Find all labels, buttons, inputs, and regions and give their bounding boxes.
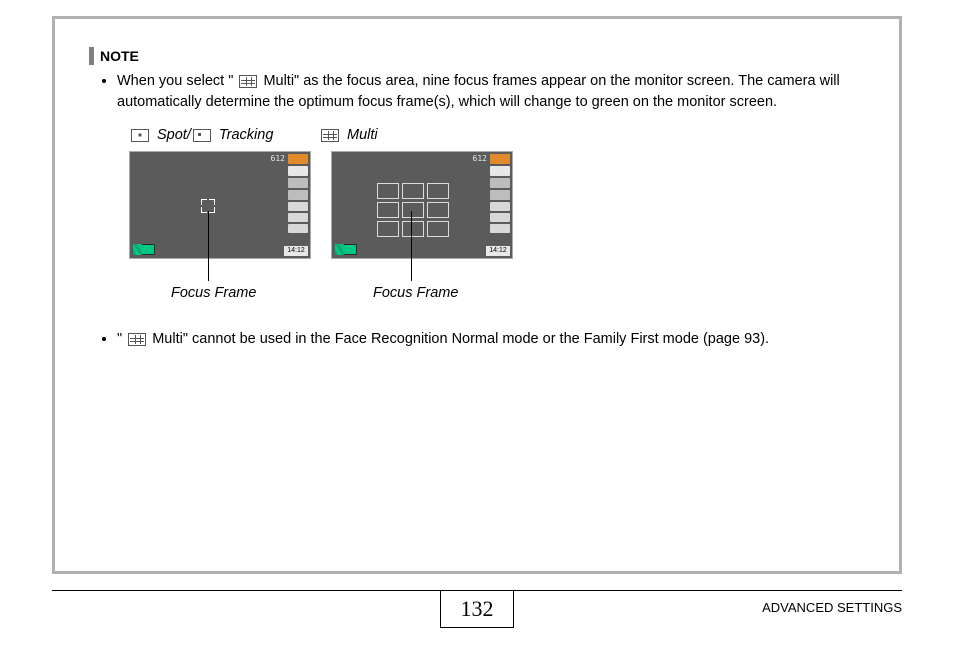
callout-line-1 (208, 211, 209, 281)
screen2-icon-column (490, 154, 510, 233)
screen1-icon-awb (288, 213, 308, 222)
label-spot: Spot (157, 127, 187, 143)
note-header: NOTE (89, 47, 865, 65)
screen2-battery-icon (335, 244, 357, 255)
note-list-continued: " Multi" cannot be used in the Face Reco… (117, 329, 865, 350)
screen-labels-row: Spot / Tracking Multi (129, 127, 865, 143)
camera-screen-spot: 612 14:12 (129, 151, 311, 259)
label-group-multi: Multi (319, 127, 378, 143)
callout-line-2 (411, 211, 412, 281)
screen2-icon-awb (490, 213, 510, 222)
note-accent-bar (89, 47, 94, 65)
screen2-icon-5mn (490, 166, 510, 176)
screen2-icon-iso (490, 202, 510, 211)
callouts-area: Focus Frame Focus Frame (129, 259, 865, 299)
screen1-time: 14:12 (284, 246, 308, 256)
screen1-topnum: 612 (271, 154, 285, 163)
spot-icon (131, 129, 149, 142)
footer-section: ADVANCED SETTINGS (762, 600, 902, 615)
label-separator: / (187, 127, 191, 143)
screen2-topnum: 612 (473, 154, 487, 163)
screen1-icon-orange (288, 154, 308, 164)
screen1-icon-flash (288, 178, 308, 188)
screen2-icon-macro (490, 190, 510, 200)
label-tracking: Tracking (219, 127, 274, 143)
tracking-icon (193, 129, 211, 142)
bullet2-mid: Multi" cannot be used in the Face Recogn… (152, 331, 769, 347)
bullet1-pre: When you select " (117, 73, 233, 89)
bullet2-pre: " (117, 331, 122, 347)
screen1-icon-macro (288, 190, 308, 200)
note-bullet-2: " Multi" cannot be used in the Face Reco… (117, 329, 865, 350)
screen1-battery-icon (133, 244, 155, 255)
note-list: When you select " Multi" as the focus ar… (117, 71, 865, 113)
multi-grid-icon (239, 75, 257, 88)
screen2-icon-flash (490, 178, 510, 188)
screen1-icon-5mn (288, 166, 308, 176)
callout-text-1: Focus Frame (171, 285, 256, 301)
callout-text-2: Focus Frame (373, 285, 458, 301)
page-number: 132 (440, 590, 514, 628)
note-bullet-1: When you select " Multi" as the focus ar… (117, 71, 865, 113)
screen2-time: 14:12 (486, 246, 510, 256)
screen1-icon-iso (288, 202, 308, 211)
multi-grid-icon (321, 129, 339, 142)
screens-row: 612 14:12 612 (129, 151, 865, 259)
label-group-spot-tracking: Spot / Tracking (129, 127, 319, 143)
screen1-icon-column (288, 154, 308, 233)
note-title: NOTE (100, 48, 139, 64)
screen2-icon-orange (490, 154, 510, 164)
screen2-focus-grid (377, 183, 449, 237)
multi-grid-icon (128, 333, 146, 346)
screen2-icon-ev (490, 224, 510, 233)
screen1-icon-ev (288, 224, 308, 233)
camera-screen-multi: 612 14:12 (331, 151, 513, 259)
label-multi: Multi (347, 127, 378, 143)
page-frame: NOTE When you select " Multi" as the foc… (52, 16, 902, 574)
